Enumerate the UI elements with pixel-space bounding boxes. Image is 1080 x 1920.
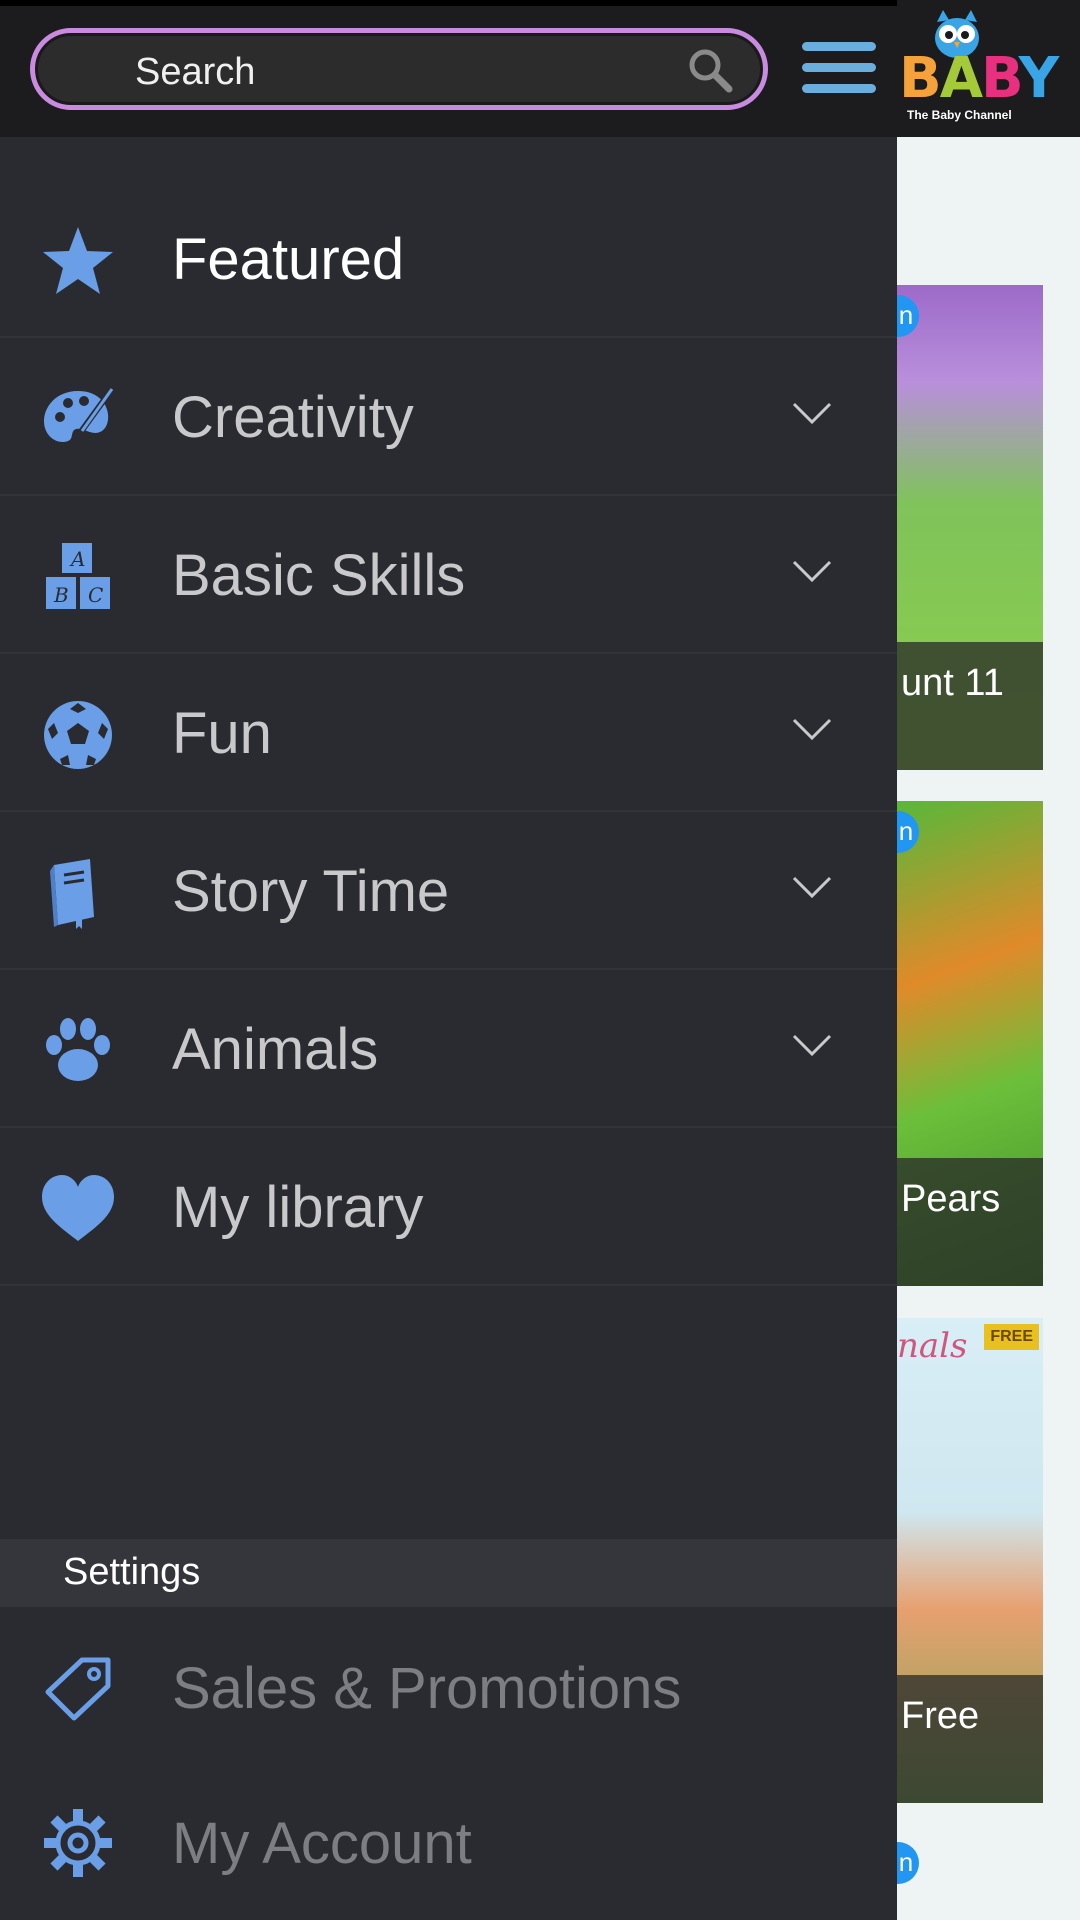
baby-channel-logo[interactable]: BABY The Baby Channel (895, 6, 1059, 130)
nav-item-basic-skills[interactable]: A B C Basic Skills (0, 496, 897, 654)
chevron-down-icon[interactable] (790, 554, 834, 586)
nav-item-story-time[interactable]: Story Time (0, 812, 897, 970)
card-label: Free (897, 1675, 1043, 1803)
nav-item-label: Creativity (172, 385, 414, 450)
nav-item-animals[interactable]: Animals (0, 970, 897, 1128)
settings-section-header: Settings (0, 1539, 897, 1607)
background-content: n unt 11 n Pears nals FREE Free n (897, 137, 1080, 1920)
video-card[interactable]: nals FREE Free (897, 1318, 1043, 1803)
settings-item-sales-promotions[interactable]: Sales & Promotions (0, 1607, 897, 1762)
search-icon[interactable] (687, 47, 733, 93)
search-input[interactable]: Search (135, 51, 255, 94)
status-strip (0, 0, 897, 6)
heart-icon (42, 1175, 114, 1241)
settings-item-label: My Account (172, 1811, 472, 1876)
chevron-down-icon[interactable] (790, 870, 834, 902)
chevron-down-icon[interactable] (790, 712, 834, 744)
video-card[interactable]: n Pears (897, 801, 1043, 1286)
navigation-drawer: Featured Creativity A B C Basic Skills F… (0, 137, 897, 1920)
nav-item-label: My library (172, 1175, 424, 1240)
logo-subtitle: The Baby Channel (907, 108, 1012, 122)
nav-item-featured[interactable]: Featured (0, 180, 897, 338)
abc-blocks-icon: A B C (46, 543, 110, 609)
settings-item-my-account[interactable]: My Account (0, 1762, 897, 1917)
star-icon (43, 227, 113, 294)
card-label: unt 11 (897, 642, 1043, 770)
card-label: Pears (897, 1158, 1043, 1286)
nav-item-fun[interactable]: Fun (0, 654, 897, 812)
nav-item-label: Fun (172, 701, 272, 766)
hamburger-menu-icon[interactable] (802, 42, 876, 94)
book-icon (50, 859, 94, 929)
palette-icon (44, 387, 115, 443)
chevron-down-icon[interactable] (790, 396, 834, 428)
nav-item-creativity[interactable]: Creativity (0, 338, 897, 496)
status-badge: n (897, 1842, 919, 1884)
nav-item-label: Basic Skills (172, 543, 466, 608)
status-badge: n (897, 295, 919, 337)
soccer-ball-icon (44, 701, 112, 769)
gear-icon (44, 1809, 112, 1877)
nav-item-label: Story Time (172, 859, 450, 924)
nav-item-my-library[interactable]: My library (0, 1128, 897, 1286)
status-badge: n (897, 811, 919, 853)
settings-header-label: Settings (63, 1551, 201, 1593)
svg-text:B: B (53, 583, 69, 607)
card-title-fragment: nals (897, 1326, 968, 1366)
paw-icon (46, 1018, 110, 1081)
video-card[interactable]: n unt 11 (897, 285, 1043, 770)
tag-icon (45, 1657, 111, 1721)
chevron-down-icon[interactable] (790, 1028, 834, 1060)
free-ribbon: FREE (984, 1324, 1039, 1350)
search-field[interactable]: Search (30, 28, 768, 110)
logo-wordmark: BABY (899, 46, 1059, 111)
svg-text:C: C (88, 583, 103, 607)
svg-text:A: A (69, 547, 85, 571)
top-bar: Search BABY The Baby Channel (0, 0, 1080, 137)
nav-item-label: Featured (172, 227, 405, 292)
settings-item-label: Sales & Promotions (172, 1656, 682, 1721)
nav-item-label: Animals (172, 1017, 379, 1082)
